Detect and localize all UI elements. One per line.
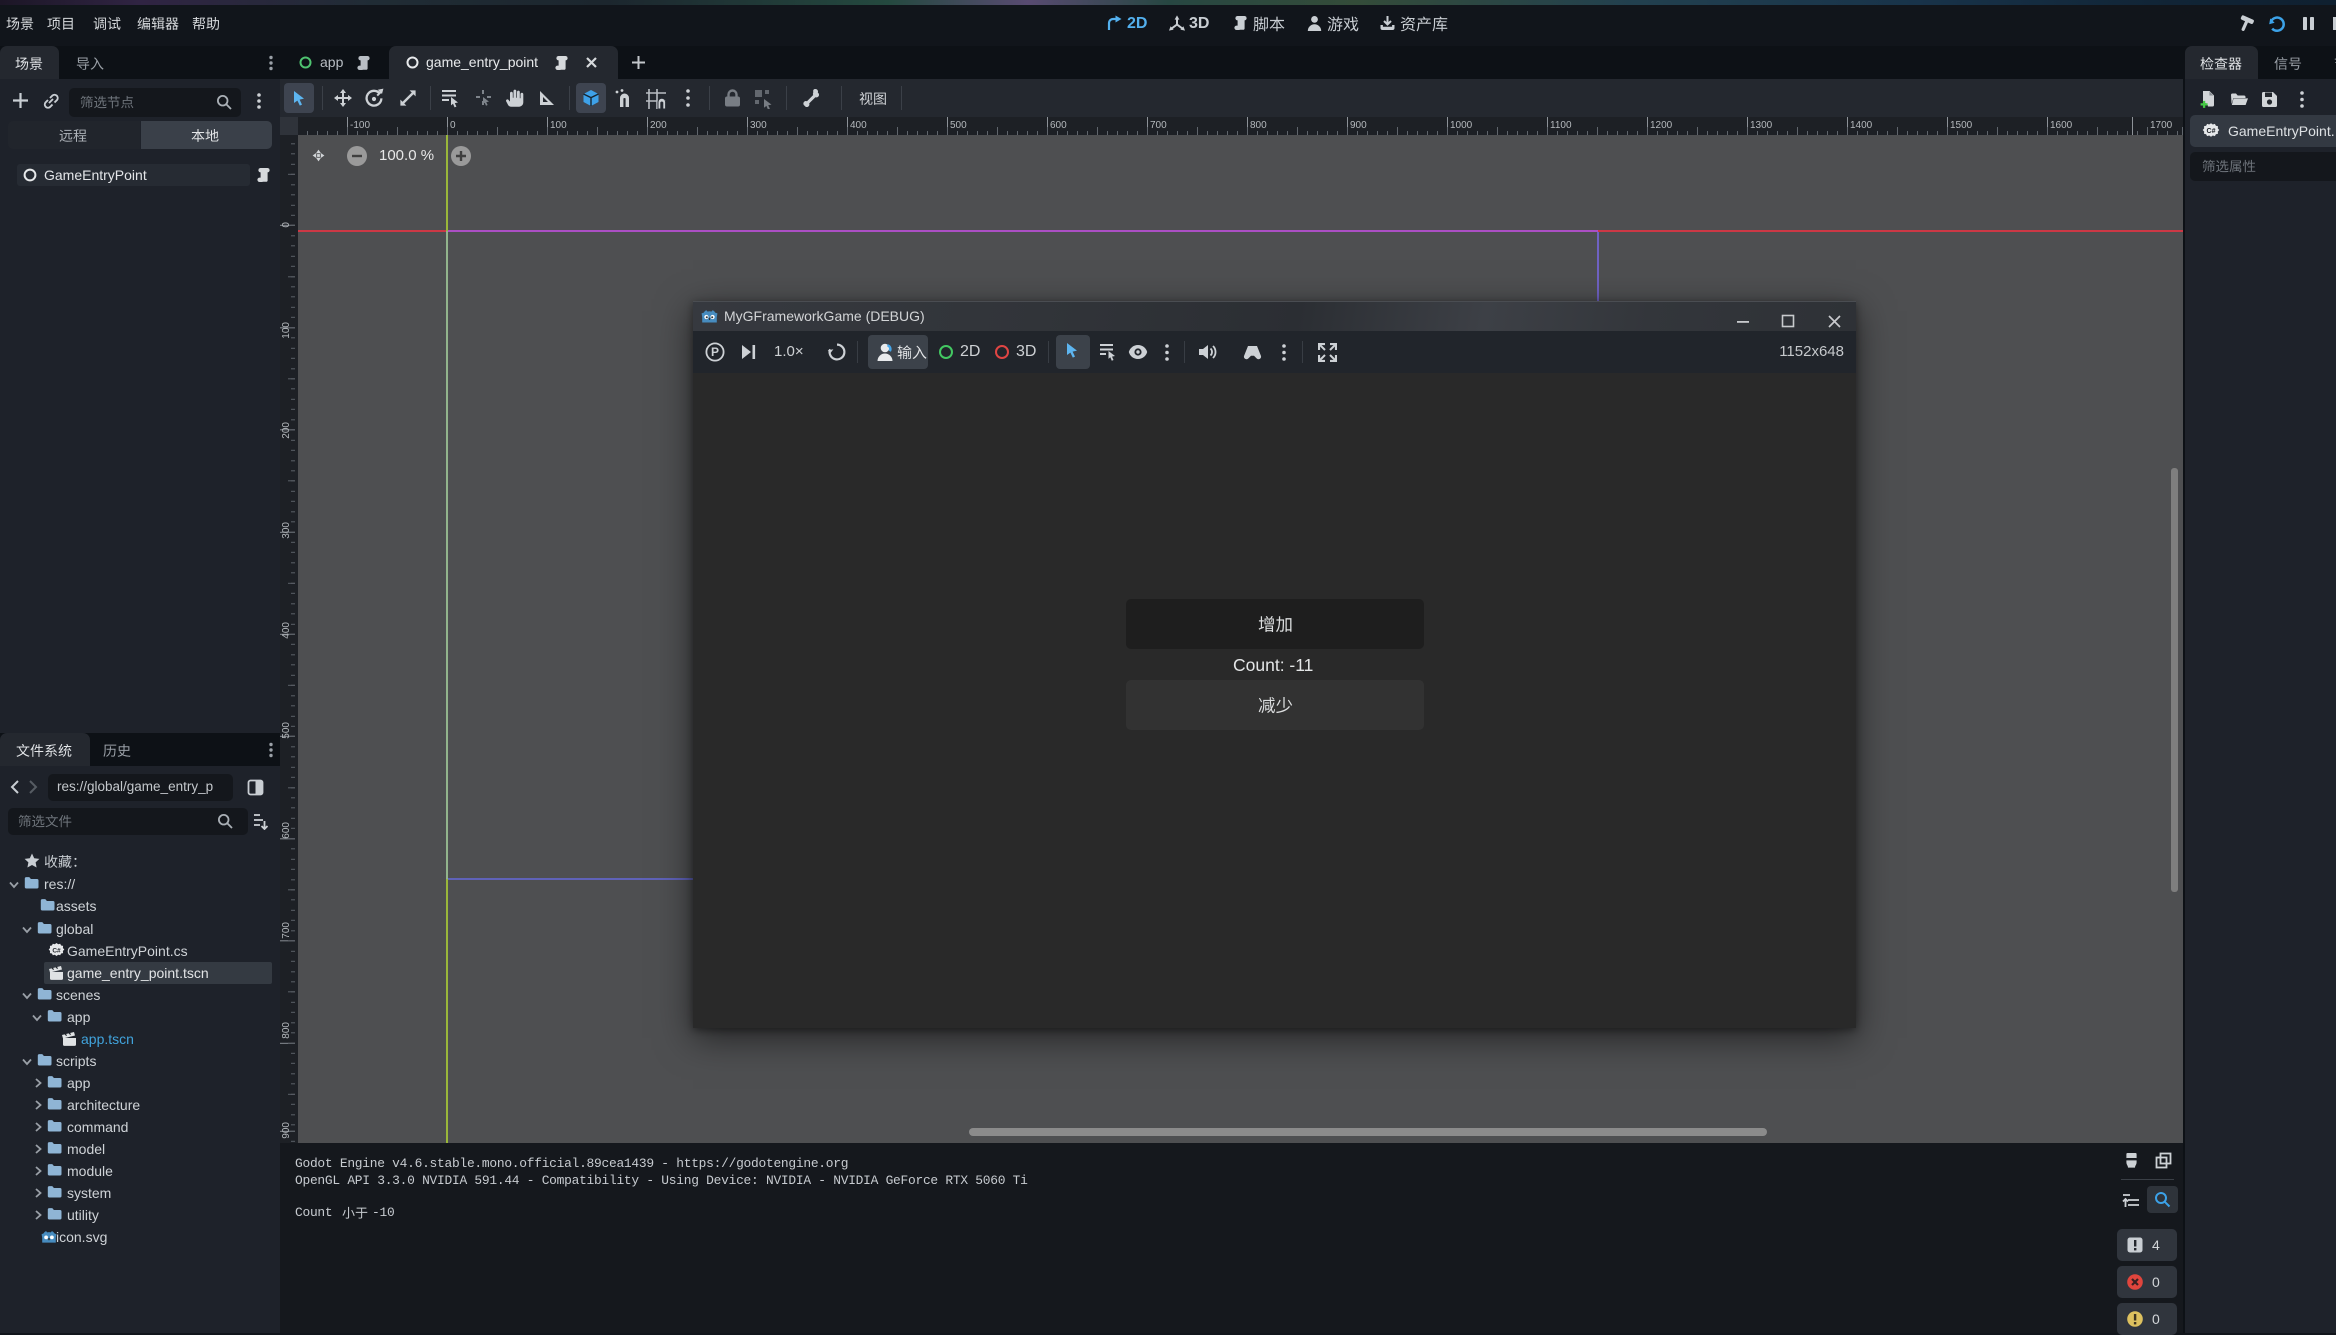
svg-text:C#: C# [52,947,61,954]
svg-text:C#: C# [2207,128,2216,135]
svg-text:P: P [711,345,719,359]
